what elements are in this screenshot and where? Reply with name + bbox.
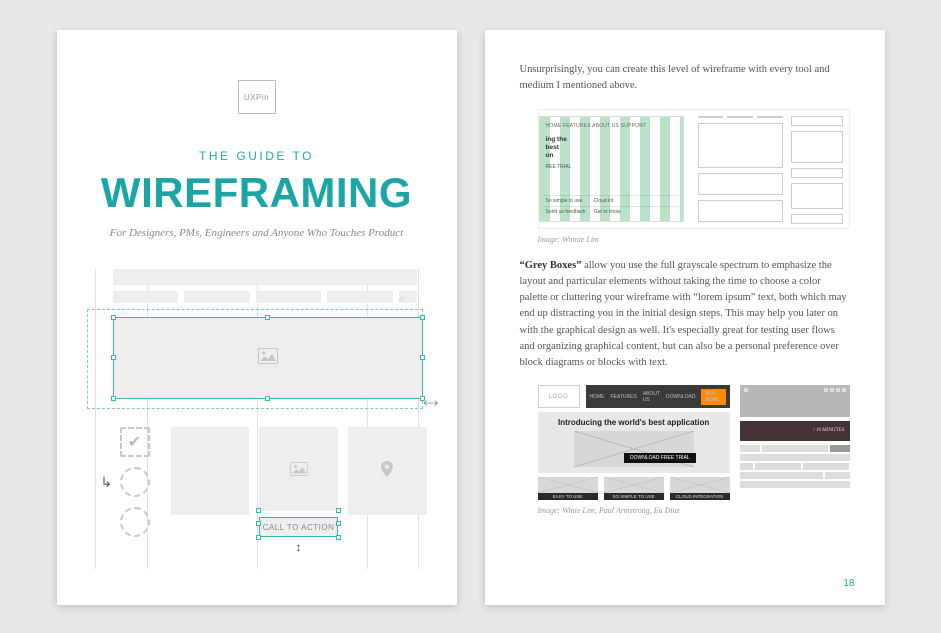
download-trial-button: DOWNLOAD FREE TRIAL bbox=[624, 453, 696, 463]
book-content-page: Unsurprisingly, you can create this leve… bbox=[485, 30, 885, 605]
cta-button-selected: CALL TO ACTION ↕ bbox=[259, 511, 338, 537]
search-icon: ⌕ bbox=[399, 291, 417, 303]
check-icon: ✔ bbox=[120, 427, 150, 457]
figure1-caption: Image: Winnie Lim bbox=[538, 235, 850, 244]
page-number: 18 bbox=[843, 578, 854, 589]
figure-wireframe-examples-2: LOGO HOME FEATURES ABOUT US DOWNLOAD BUY… bbox=[538, 385, 850, 500]
minutes-text: / 10 MINUTES bbox=[813, 428, 844, 433]
cover-wireframe-illustration: ⌕ ⤢ ✔ ↳ bbox=[87, 269, 427, 569]
swap-arrow-icon: ↳ bbox=[101, 475, 113, 492]
wireframe-lower-row: ✔ ↳ CALL TO ACTION bbox=[87, 427, 427, 537]
dashed-circle-placeholder bbox=[120, 467, 150, 497]
figure2-caption: Image: Winie Lim, Paul Armstrong, Eu Dia… bbox=[538, 506, 850, 515]
logo-placeholder: LOGO bbox=[538, 385, 580, 408]
wireframe-map-tile bbox=[348, 427, 427, 515]
image-icon bbox=[258, 348, 278, 369]
hero-headline: Introducing the world's best application bbox=[544, 418, 724, 427]
wireframe-nav-row: ⌕ bbox=[87, 291, 427, 303]
dashed-circle-placeholder bbox=[120, 507, 150, 537]
grey-boxes-paragraph: “Grey Boxes” allow you use the full gray… bbox=[520, 258, 850, 372]
greybox-wireframe-left: LOGO HOME FEATURES ABOUT US DOWNLOAD BUY… bbox=[538, 385, 730, 500]
greybox-wireframe-right: / 10 MINUTES bbox=[740, 385, 850, 500]
intro-paragraph: Unsurprisingly, you can create this leve… bbox=[520, 62, 850, 95]
cover-title: WIREFRAMING bbox=[87, 169, 427, 217]
cta-label: CALL TO ACTION bbox=[263, 523, 335, 532]
brand-badge: UXPin bbox=[238, 80, 276, 114]
greybox-hero: Introducing the world's best application… bbox=[538, 412, 730, 473]
greybox-thumbnails: EASY TO USE SO SIMPLE TO USE CLOUD INTEG… bbox=[538, 477, 730, 500]
wireframe-tile bbox=[171, 427, 250, 515]
stripe-trial-text: REE TRIAL bbox=[544, 163, 679, 171]
vertical-resize-icon: ↕ bbox=[296, 540, 302, 555]
striped-wireframe: HOME FEATURES ABOUT US SUPPORT ing thebe… bbox=[539, 116, 684, 222]
wireframe-image-tile bbox=[259, 427, 338, 511]
cover-kicker: THE GUIDE TO bbox=[87, 149, 427, 163]
buy-now-button: BUY NOW bbox=[701, 389, 725, 405]
wireframe-header-bar bbox=[87, 269, 427, 285]
greybox-nav: HOME FEATURES ABOUT US DOWNLOAD BUY NOW bbox=[586, 385, 730, 408]
stripe-nav-text: HOME FEATURES ABOUT US SUPPORT bbox=[544, 121, 679, 134]
grey-boxes-term: “Grey Boxes” bbox=[520, 260, 582, 271]
cover-subtitle: For Designers, PMs, Engineers and Anyone… bbox=[87, 227, 427, 239]
figure-wireframe-examples-1: HOME FEATURES ABOUT US SUPPORT ing thebe… bbox=[538, 109, 850, 229]
book-cover-page: UXPin THE GUIDE TO WIREFRAMING For Desig… bbox=[57, 30, 457, 605]
selected-hero-block: ⤢ bbox=[87, 313, 427, 415]
box-outline-wireframes bbox=[698, 116, 843, 222]
map-pin-icon bbox=[381, 461, 393, 482]
